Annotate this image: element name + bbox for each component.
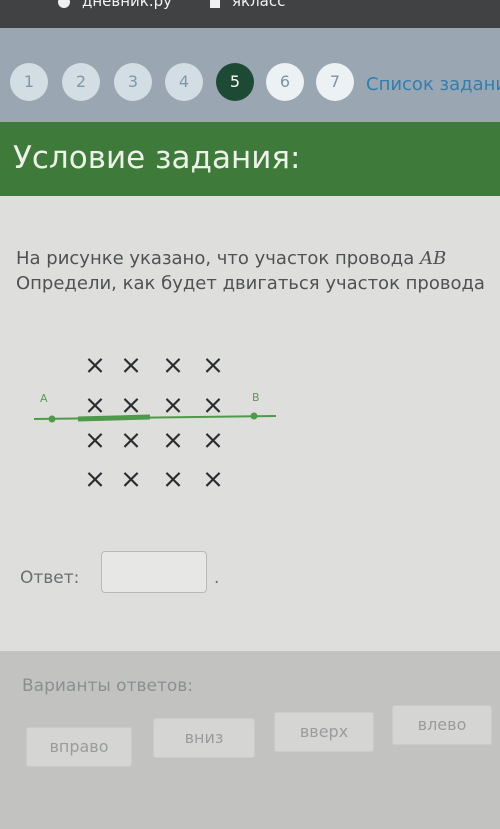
field-cross-3-3: ×	[162, 426, 184, 456]
answer-label: Ответ:	[20, 568, 80, 588]
step-2[interactable]: 2	[62, 63, 100, 101]
answer-drop-field[interactable]	[101, 551, 207, 593]
field-cross-3-1: ×	[84, 426, 106, 456]
wire-segment-ab	[77, 414, 151, 422]
point-a-marker	[48, 415, 56, 423]
option-down-button[interactable]: вниз	[153, 718, 255, 758]
step-navigation: 1 2 3 4 5 6 7 Список заданий	[0, 28, 500, 122]
bookmark-label: дневник.ру	[82, 0, 173, 10]
browser-bookmarks-bar: дневник.ру якласс	[0, 0, 500, 28]
task-text-prefix: На рисунке указано, что участок провода	[16, 248, 420, 269]
magnetic-field-crosses: × × × ×× × × ×× × × ×× × × ×	[84, 352, 224, 495]
point-b-marker	[250, 412, 258, 420]
field-cross-3-2: ×	[120, 426, 142, 456]
bookmark-label: якласс	[232, 0, 286, 10]
field-cross-4-3: ×	[162, 465, 184, 495]
task-header: Условие задания:	[0, 122, 500, 196]
page-title: Условие задания:	[13, 140, 301, 176]
option-left-button[interactable]: влево	[392, 705, 492, 745]
task-list-link[interactable]: Список заданий	[366, 74, 500, 95]
wire-line	[33, 415, 277, 420]
option-right-button[interactable]: вправо	[26, 727, 132, 767]
bookmark-icon	[58, 0, 70, 8]
option-up-button[interactable]: вверх	[274, 712, 374, 752]
field-cross-4-4: ×	[202, 465, 224, 495]
field-cross-1-2: ×	[120, 352, 142, 381]
bookmark-icon	[210, 0, 220, 8]
field-cross-4-2: ×	[120, 465, 142, 495]
field-cross-3-4: ×	[202, 426, 224, 456]
bookmark-yaklass[interactable]: якласс	[210, 0, 285, 10]
answer-period: .	[214, 568, 220, 588]
field-cross-2-3: ×	[162, 391, 184, 421]
task-line-1: На рисунке указано, что участок провода …	[16, 246, 485, 271]
variants-label: Варианты ответов:	[22, 676, 194, 696]
task-statement: На рисунке указано, что участок провода …	[16, 246, 485, 296]
step-1[interactable]: 1	[10, 63, 48, 101]
step-5-current[interactable]: 5	[216, 63, 254, 101]
bookmark-dnevnik[interactable]: дневник.ру	[58, 0, 172, 10]
field-cross-1-1: ×	[84, 352, 106, 381]
field-cross-1-3: ×	[162, 352, 184, 381]
field-cross-4-1: ×	[84, 465, 106, 495]
point-b-label: B	[252, 391, 260, 404]
field-cross-1-4: ×	[202, 352, 224, 381]
step-4[interactable]: 4	[165, 63, 203, 101]
step-6[interactable]: 6	[266, 63, 304, 101]
magnetic-field-figure: × × × ×× × × ×× × × ×× × × × A B	[33, 352, 277, 495]
task-variable-ab: AB	[419, 248, 447, 269]
step-3[interactable]: 3	[114, 63, 152, 101]
point-a-label: A	[40, 392, 48, 405]
step-7[interactable]: 7	[316, 63, 354, 101]
task-line-2: Определи, как будет двигаться участок пр…	[16, 273, 485, 294]
